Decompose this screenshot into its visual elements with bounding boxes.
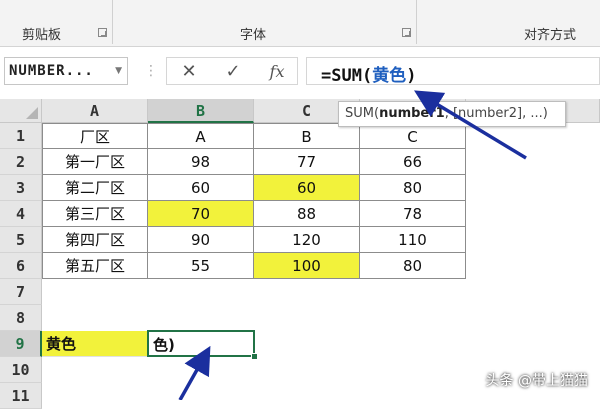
table-cell[interactable]: 80 [360, 175, 466, 201]
table-cell[interactable]: 110 [360, 227, 466, 253]
row-header[interactable]: 9 [0, 331, 42, 357]
table-cell[interactable]: 80 [360, 253, 466, 279]
row-header[interactable]: 3 [0, 175, 42, 201]
row-header[interactable]: 5 [0, 227, 42, 253]
table-cell[interactable]: 60 [148, 175, 254, 201]
table-cell[interactable]: 第二厂区 [42, 175, 148, 201]
table-cell[interactable]: 66 [360, 149, 466, 175]
table-cell[interactable]: 120 [254, 227, 360, 253]
name-box-value: NUMBER... [9, 63, 94, 79]
tooltip-rest: , [number2], ...) [444, 106, 548, 121]
ribbon-divider [112, 0, 113, 44]
label-cell-yellow[interactable]: 黄色 [42, 331, 148, 357]
clipboard-dialog-launcher-icon[interactable] [98, 28, 107, 37]
close-icon[interactable]: ✕ [167, 58, 211, 86]
formula-argument: 黄色 [372, 66, 407, 86]
table-header-cell[interactable]: A [148, 123, 254, 149]
row-header[interactable]: 6 [0, 253, 42, 279]
row-header[interactable]: 1 [0, 123, 42, 149]
formula-prefix: =SUM( [321, 66, 373, 86]
ribbon-group-alignment[interactable]: 对齐方式 [524, 24, 576, 43]
formula-text: =SUM(黄色) [321, 61, 416, 86]
table-cell-highlighted[interactable]: 100 [254, 253, 360, 279]
check-icon[interactable]: ✓ [211, 58, 255, 86]
table-cell[interactable]: 55 [148, 253, 254, 279]
ribbon-group-font[interactable]: 字体 [240, 24, 266, 43]
table-cell[interactable]: 78 [360, 201, 466, 227]
table-cell[interactable]: 90 [148, 227, 254, 253]
formula-input[interactable]: =SUM(黄色) [306, 57, 600, 86]
table-cell[interactable]: 88 [254, 201, 360, 227]
font-dialog-launcher-icon[interactable] [402, 28, 411, 37]
table-cell[interactable]: 第三厂区 [42, 201, 148, 227]
table-cell[interactable]: 第一厂区 [42, 149, 148, 175]
tooltip-arg-current[interactable]: number1 [379, 106, 445, 121]
row-header[interactable]: 11 [0, 383, 42, 409]
formula-suffix: ) [406, 66, 417, 86]
drag-handle-icon[interactable]: ⋮ [144, 63, 158, 79]
formula-buttons: ✕ ✓ fx [166, 57, 298, 85]
ribbon-group-clipboard[interactable]: 剪贴板 [22, 24, 61, 43]
table-cell[interactable]: 77 [254, 149, 360, 175]
row-header[interactable]: 7 [0, 279, 42, 305]
fill-handle[interactable] [251, 353, 258, 360]
tooltip-fn[interactable]: SUM( [345, 106, 379, 121]
arrow-to-active-cell [178, 345, 211, 400]
formula-bar: NUMBER... ▼ ⋮ ✕ ✓ fx =SUM(黄色) [0, 47, 600, 99]
table-header-cell[interactable]: 厂区 [42, 123, 148, 149]
column-header-b[interactable]: B [148, 99, 254, 123]
table-cell[interactable]: 第四厂区 [42, 227, 148, 253]
ribbon-divider [416, 0, 417, 44]
table-cell[interactable]: 98 [148, 149, 254, 175]
function-tooltip: SUM(number1, [number2], ...) [338, 101, 566, 127]
row-header[interactable]: 4 [0, 201, 42, 227]
chevron-down-icon[interactable]: ▼ [115, 66, 122, 76]
column-header-a[interactable]: A [42, 99, 148, 123]
row-header[interactable]: 10 [0, 357, 42, 383]
watermark: 头条 @带上猫猫 [485, 373, 588, 389]
active-cell-text: 色) [153, 336, 175, 354]
row-header[interactable]: 8 [0, 305, 42, 331]
table-cell-highlighted[interactable]: 70 [148, 201, 254, 227]
insert-function-button[interactable]: fx [255, 58, 299, 86]
select-all-button[interactable] [0, 99, 42, 123]
ribbon: 剪贴板 字体 对齐方式 [0, 0, 600, 47]
active-cell[interactable]: 色) [147, 330, 255, 357]
name-box[interactable]: NUMBER... ▼ [4, 57, 128, 85]
table-cell-highlighted[interactable]: 60 [254, 175, 360, 201]
table-cell[interactable]: 第五厂区 [42, 253, 148, 279]
row-header[interactable]: 2 [0, 149, 42, 175]
